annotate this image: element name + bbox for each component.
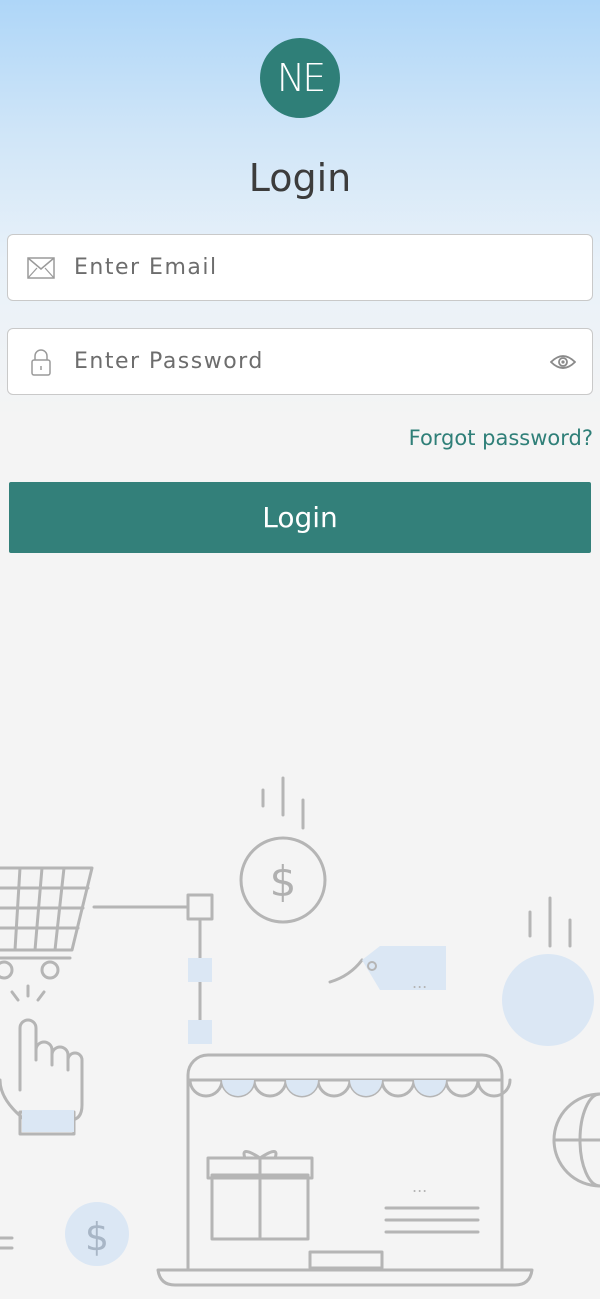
page-title: Login (248, 156, 352, 200)
envelope-icon (26, 253, 56, 283)
dollar-symbol-small: $ (85, 1215, 109, 1259)
forgot-password-link[interactable]: Forgot password? (409, 426, 593, 450)
laptop-store-icon (156, 1053, 534, 1287)
login-button[interactable]: Login (9, 482, 591, 553)
shopping-cart-icon (0, 866, 94, 980)
password-field-container (7, 328, 593, 395)
eye-icon[interactable] (548, 347, 578, 377)
email-field-container (7, 234, 593, 301)
lock-icon (26, 347, 56, 377)
brand-logo-text: NE (276, 56, 326, 100)
shopping-illustration: $ $ ... ... (0, 776, 600, 1287)
dollar-symbol: $ (270, 857, 297, 906)
password-input[interactable] (72, 348, 548, 375)
tag-dots: ... (412, 973, 427, 992)
globe-icon (552, 1092, 600, 1188)
brand-logo: NE (260, 38, 340, 118)
laptop-dots: ... (412, 1177, 427, 1196)
email-input[interactable] (72, 254, 592, 281)
